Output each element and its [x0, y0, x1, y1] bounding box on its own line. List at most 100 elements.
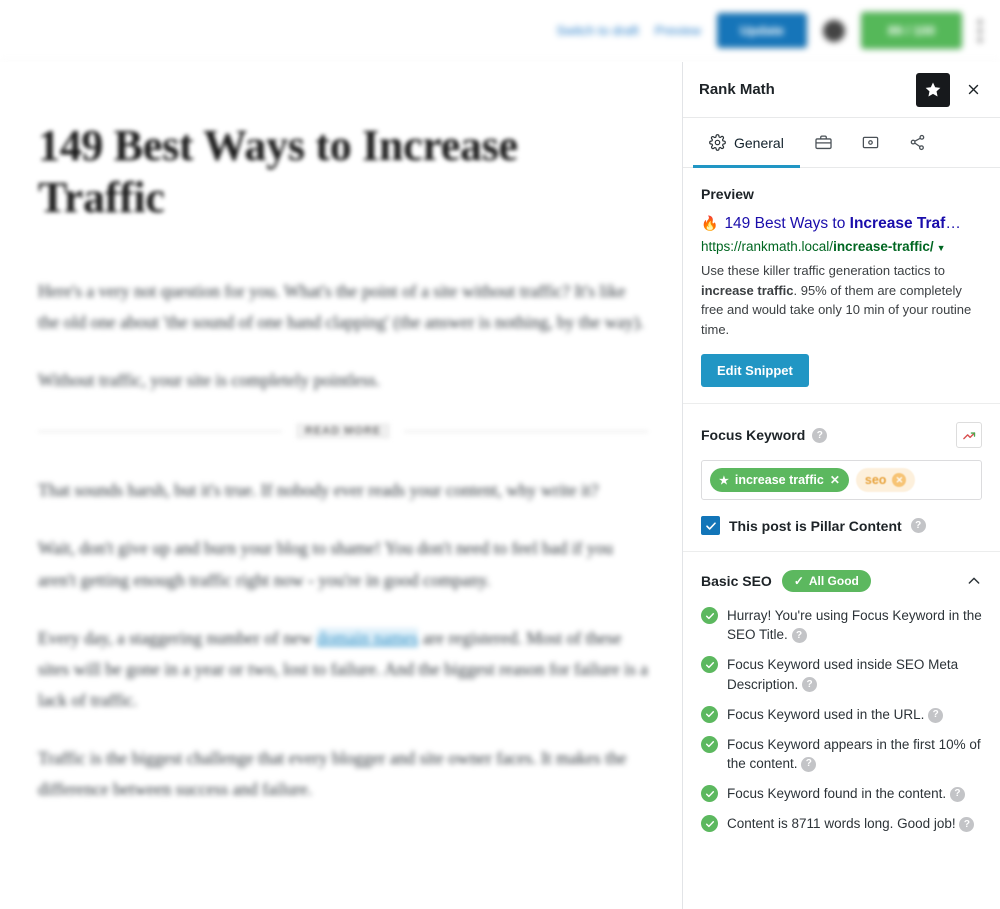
help-icon[interactable]: ?: [949, 787, 965, 803]
list-item: Focus Keyword used in the URL. ?: [701, 705, 982, 724]
tab-advanced[interactable]: [800, 118, 847, 167]
list-item: Focus Keyword appears in the first 10% o…: [701, 735, 982, 773]
status-badge: ✓ All Good: [781, 570, 871, 593]
focus-keyword-section: Focus Keyword ? ★ increase traffic ✕ seo…: [683, 404, 1000, 553]
gear-icon: [709, 134, 726, 151]
list-item: Content is 8711 words long. Good job! ?: [701, 814, 982, 833]
remove-icon[interactable]: ✕: [830, 473, 840, 487]
star-icon: ★: [719, 474, 729, 487]
help-icon[interactable]: ?: [791, 628, 807, 644]
seo-check-list: Hurray! You're using Focus Keyword in th…: [701, 606, 982, 833]
seo-score-button[interactable]: 89 / 100: [861, 12, 962, 49]
read-more-divider: READ MORE: [38, 423, 649, 440]
basic-seo-header[interactable]: Basic SEO ✓ All Good: [701, 570, 982, 593]
divider-rule-right: [404, 430, 649, 432]
snippet-url: https://rankmath.local/increase-traffic/…: [701, 238, 982, 257]
help-icon[interactable]: ?: [802, 677, 818, 693]
panel-header: Rank Math: [683, 62, 1000, 118]
check-icon: [701, 785, 718, 803]
snippet-title-text: 149 Best Ways to Increase Traf…: [724, 215, 961, 232]
list-item: Focus Keyword found in the content. ?: [701, 784, 982, 803]
snippet-url-slug: increase-traffic/: [833, 239, 934, 255]
panel-content: Preview 🔥 149 Best Ways to Increase Traf…: [683, 168, 1000, 909]
post-body-after-more[interactable]: That sounds harsh, but it's true. If nob…: [38, 475, 648, 805]
tab-general-label: General: [734, 134, 784, 151]
pillar-content-checkbox[interactable]: [701, 516, 720, 536]
caret-down-icon[interactable]: ▼: [937, 243, 946, 253]
check-icon: [701, 607, 718, 625]
help-icon[interactable]: ?: [959, 817, 975, 833]
focus-keyword-input[interactable]: ★ increase traffic ✕ seo ✕: [701, 460, 982, 501]
tab-general[interactable]: General: [693, 118, 800, 168]
help-icon[interactable]: ?: [928, 707, 944, 723]
check-icon: ✓: [793, 574, 804, 589]
keyword-chip-label: seo: [864, 473, 887, 488]
seo-score-value: 89 / 100: [888, 23, 935, 38]
list-item: Hurray! You're using Focus Keyword in th…: [701, 606, 982, 644]
chevron-up-icon[interactable]: [966, 573, 982, 589]
read-more-tag: READ MORE: [295, 423, 391, 440]
keyword-chip-label: increase traffic: [734, 473, 824, 488]
list-item: Focus Keyword used inside SEO Meta Descr…: [701, 655, 982, 693]
basic-seo-heading: Basic SEO: [701, 573, 772, 590]
snippet-description: Use these killer traffic generation tact…: [701, 263, 972, 337]
editor-toolbar: Switch to draft Preview Update 89 / 100: [0, 0, 1000, 62]
check-icon: [701, 735, 718, 753]
kebab-menu-icon[interactable]: [978, 19, 982, 42]
check-icon: [701, 705, 718, 723]
focus-keyword-header: Focus Keyword ?: [701, 422, 982, 449]
social-share-icon: [908, 133, 927, 152]
close-icon[interactable]: [960, 77, 986, 103]
help-icon[interactable]: ?: [801, 756, 817, 772]
panel-tabs: General: [683, 118, 1000, 168]
paragraph[interactable]: Without traffic, your site is completely…: [38, 365, 648, 396]
check-icon: [701, 656, 718, 674]
preview-button[interactable]: Preview: [655, 23, 701, 38]
status-badge-label: All Good: [808, 574, 859, 589]
snippet-title[interactable]: 🔥 149 Best Ways to Increase Traf…: [701, 214, 982, 234]
list-item-text: Focus Keyword appears in the first 10% o…: [727, 736, 981, 772]
link-text-before: Every day, a staggering number of new: [38, 627, 317, 648]
help-icon[interactable]: ?: [910, 518, 926, 534]
switch-to-draft-button[interactable]: Switch to draft: [556, 23, 638, 38]
paragraph-with-link[interactable]: Every day, a staggering number of new do…: [38, 623, 648, 716]
flame-icon: 🔥: [701, 215, 719, 231]
check-icon: [701, 815, 718, 833]
snippet-preview-section: Preview 🔥 149 Best Ways to Increase Traf…: [683, 168, 1000, 405]
trending-up-icon[interactable]: [956, 422, 982, 449]
domain-names-link[interactable]: domain names: [316, 627, 419, 648]
pillar-content-label: This post is Pillar Content: [729, 517, 902, 534]
panel-title: Rank Math: [699, 81, 775, 98]
keyword-chip-primary[interactable]: ★ increase traffic ✕: [710, 468, 849, 493]
paragraph[interactable]: Wait, don't give up and burn your blog t…: [38, 533, 648, 595]
post-editor-canvas[interactable]: 149 Best Ways to Increase Traffic Here's…: [0, 62, 682, 909]
paragraph[interactable]: Here's a very not question for you. What…: [38, 276, 648, 338]
preview-heading: Preview: [701, 186, 754, 202]
schema-card-icon: [861, 133, 880, 152]
post-body[interactable]: Here's a very not question for you. What…: [38, 276, 648, 396]
snippet-url-base: https://rankmath.local/: [701, 239, 834, 255]
update-button[interactable]: Update: [716, 13, 807, 48]
rank-math-editor-screen: Switch to draft Preview Update 89 / 100 …: [0, 0, 1000, 909]
tab-social[interactable]: [894, 118, 941, 167]
list-item-text: Focus Keyword used inside SEO Meta Descr…: [727, 657, 959, 693]
pillar-content-row[interactable]: This post is Pillar Content ?: [701, 516, 982, 536]
list-item-text: Content is 8711 words long. Good job! ?: [727, 814, 975, 833]
focus-keyword-heading: Focus Keyword: [701, 427, 806, 444]
star-icon[interactable]: [916, 72, 950, 107]
divider-rule-left: [38, 430, 282, 432]
keyword-chip-secondary[interactable]: seo ✕: [855, 468, 916, 493]
paragraph[interactable]: Traffic is the biggest challenge that ev…: [38, 743, 648, 805]
page-title[interactable]: 149 Best Ways to Increase Traffic: [38, 120, 648, 224]
tab-schema[interactable]: [847, 118, 894, 167]
briefcase-icon: [814, 133, 833, 152]
edit-snippet-button[interactable]: Edit Snippet: [701, 354, 809, 388]
list-item-text: Hurray! You're using Focus Keyword in th…: [727, 608, 982, 644]
help-icon[interactable]: ?: [812, 427, 828, 443]
paragraph[interactable]: That sounds harsh, but it's true. If nob…: [38, 475, 648, 506]
rank-math-sidebar: Rank Math General Preview 🔥 149 Best Way…: [682, 62, 1000, 909]
basic-seo-section: Basic SEO ✓ All Good Hurray! You're usin…: [683, 552, 1000, 849]
list-item-text: Focus Keyword used in the URL. ?: [727, 705, 944, 724]
settings-gear-icon[interactable]: [823, 19, 845, 42]
remove-icon[interactable]: ✕: [892, 473, 907, 488]
